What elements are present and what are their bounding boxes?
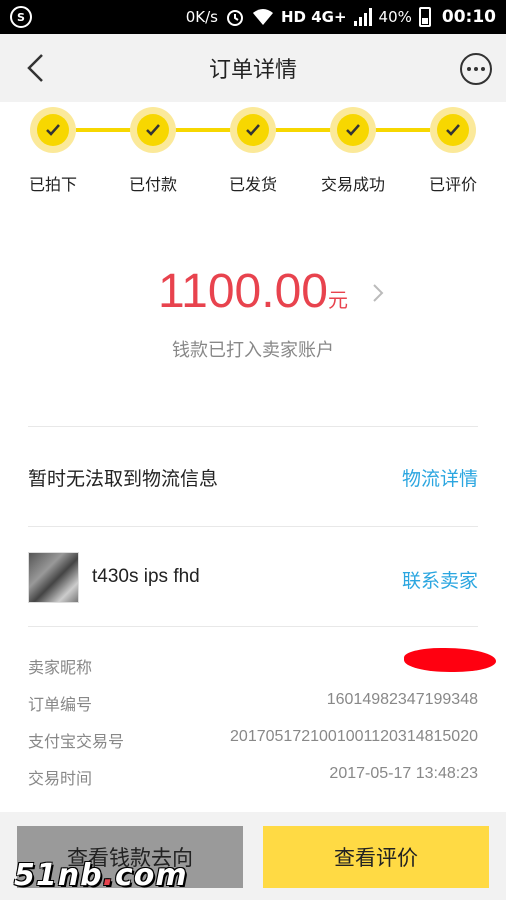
network-type: HD 4G+ bbox=[280, 8, 347, 26]
battery-percent: 40% bbox=[378, 8, 412, 26]
info-key: 卖家昵称 bbox=[28, 658, 93, 677]
check-icon bbox=[130, 107, 176, 153]
amount-summary[interactable]: 1100.00元 bbox=[0, 264, 506, 319]
step-shipped: 已发货 bbox=[213, 102, 293, 195]
step-label: 已评价 bbox=[428, 175, 477, 194]
amount-unit: 元 bbox=[327, 288, 348, 312]
amount-description: 钱款已打入卖家账户 bbox=[172, 340, 334, 361]
info-row-alipay-number: 支付宝交易号 2017051721001001120314815020 bbox=[28, 728, 478, 752]
logistics-status: 暂时无法取到物流信息 bbox=[28, 468, 219, 490]
product-name[interactable]: t430s ips fhd bbox=[92, 566, 200, 588]
divider bbox=[28, 626, 478, 627]
step-label: 已付款 bbox=[128, 175, 177, 194]
order-progress: 已拍下 已付款 已发货 交易成功 已评价 bbox=[0, 102, 506, 202]
watermark: 51nb.com bbox=[14, 858, 188, 893]
status-bar: S 0K/s HD 4G+ 40% 00:10 bbox=[0, 0, 506, 34]
chevron-right-icon bbox=[373, 284, 384, 302]
page-title: 订单详情 bbox=[208, 58, 297, 83]
info-row-order-number: 订单编号 16014982347199348 bbox=[28, 691, 478, 715]
contact-seller-link[interactable]: 联系卖家 bbox=[402, 566, 478, 593]
logistics-details-link[interactable]: 物流详情 bbox=[402, 464, 478, 491]
back-arrow-icon[interactable] bbox=[22, 52, 52, 84]
info-row-trade-time: 交易时间 2017-05-17 13:48:23 bbox=[28, 765, 478, 789]
divider bbox=[28, 526, 478, 527]
product-thumbnail[interactable] bbox=[28, 552, 79, 603]
step-label: 已拍下 bbox=[28, 175, 77, 194]
amount-value: 1100.00 bbox=[158, 265, 328, 318]
check-icon bbox=[230, 107, 276, 153]
alarm-icon bbox=[226, 10, 243, 26]
battery-icon bbox=[418, 7, 431, 27]
signal-icon bbox=[353, 8, 372, 26]
redaction-mark bbox=[404, 648, 496, 672]
step-paid: 已付款 bbox=[113, 102, 193, 195]
view-review-button[interactable]: 查看评价 bbox=[263, 826, 489, 888]
check-icon bbox=[430, 107, 476, 153]
info-key: 支付宝交易号 bbox=[28, 732, 125, 751]
info-value: 2017051721001001120314815020 bbox=[230, 728, 478, 745]
info-value: 16014982347199348 bbox=[326, 691, 478, 708]
nav-bar: 订单详情 bbox=[0, 34, 506, 102]
check-icon bbox=[30, 107, 76, 153]
step-completed: 交易成功 bbox=[313, 102, 393, 195]
network-speed: 0K/s bbox=[185, 8, 218, 26]
info-key: 交易时间 bbox=[28, 769, 93, 788]
app-notification-icon: S bbox=[10, 6, 32, 28]
step-reviewed: 已评价 bbox=[413, 102, 493, 195]
info-row-seller: 卖家昵称 bbox=[28, 648, 496, 678]
info-value: 2017-05-17 13:48:23 bbox=[329, 765, 478, 782]
divider bbox=[28, 426, 478, 427]
more-options-icon[interactable] bbox=[460, 53, 492, 85]
info-key: 订单编号 bbox=[28, 695, 93, 714]
check-icon bbox=[330, 107, 376, 153]
wifi-icon bbox=[252, 9, 273, 25]
step-label: 已发货 bbox=[228, 175, 277, 194]
clock: 00:10 bbox=[441, 7, 496, 27]
step-ordered: 已拍下 bbox=[13, 102, 93, 195]
step-label: 交易成功 bbox=[320, 175, 385, 194]
bottom-action-bar: 查看钱款去向 查看评价 51nb.com bbox=[0, 812, 506, 900]
